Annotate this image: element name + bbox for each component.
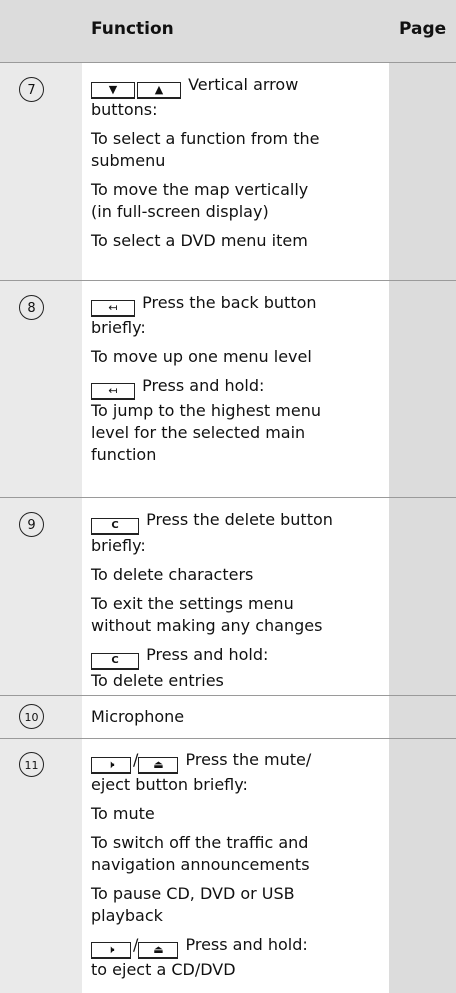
delete-key-icon: C bbox=[91, 653, 139, 670]
text-line: To exit the settings menu bbox=[91, 594, 294, 613]
page-column bbox=[389, 62, 456, 993]
text-line: To move up one menu level bbox=[91, 347, 312, 366]
key-description: Press and hold: bbox=[142, 376, 265, 395]
text-line: submenu bbox=[91, 151, 166, 170]
text-line: To select a function from the bbox=[91, 129, 320, 148]
text-line: To select a DVD menu item bbox=[91, 231, 308, 250]
text-line: To pause CD, DVD or USB bbox=[91, 884, 295, 903]
text-line: without making any changes bbox=[91, 616, 323, 635]
row-description: ▼ ▲ Vertical arrow buttons: To select a f… bbox=[91, 74, 381, 252]
header-page: Page bbox=[399, 19, 447, 39]
text-line: eject button briefly: bbox=[91, 775, 248, 794]
eject-key-icon: ⏏ bbox=[138, 942, 179, 959]
row-number: 11 bbox=[19, 752, 44, 777]
text-line: buttons: bbox=[91, 100, 158, 119]
row-divider bbox=[0, 280, 456, 281]
key-description: Press and hold: bbox=[185, 935, 308, 954]
text-line: To switch off the traffic and bbox=[91, 833, 309, 852]
text-line: To delete entries bbox=[91, 671, 224, 690]
text-line: to eject a CD/DVD bbox=[91, 960, 236, 979]
row-number: 7 bbox=[19, 77, 44, 102]
text-line: Microphone bbox=[91, 707, 185, 726]
up-arrow-key-icon: ▲ bbox=[137, 82, 181, 99]
row-divider bbox=[0, 62, 456, 63]
text-line: navigation announcements bbox=[91, 855, 310, 874]
text-line: To mute bbox=[91, 804, 155, 823]
table-header: Function Page bbox=[0, 0, 456, 62]
text-line: briefly: bbox=[91, 318, 146, 337]
eject-key-icon: ⏏ bbox=[138, 757, 179, 774]
text-line: function bbox=[91, 445, 157, 464]
text-line: To jump to the highest menu bbox=[91, 401, 321, 420]
row-divider bbox=[0, 738, 456, 739]
mute-key-icon: 🕨 bbox=[91, 757, 131, 774]
row-number: 9 bbox=[19, 512, 44, 537]
row-number: 10 bbox=[19, 704, 44, 729]
mute-key-icon: 🕨 bbox=[91, 942, 131, 959]
row-divider bbox=[0, 695, 456, 696]
key-description: Press and hold: bbox=[146, 645, 269, 664]
back-key-icon: ↤ bbox=[91, 383, 135, 400]
text-line: briefly: bbox=[91, 536, 146, 555]
key-description: Press the mute/ bbox=[185, 750, 312, 769]
text-line: To move the map vertically bbox=[91, 180, 309, 199]
text-line: (in full-screen display) bbox=[91, 202, 269, 221]
text-line: To delete characters bbox=[91, 565, 254, 584]
row-description: C Press the delete button briefly: To de… bbox=[91, 509, 381, 692]
delete-key-icon: C bbox=[91, 518, 139, 535]
down-arrow-key-icon: ▼ bbox=[91, 82, 135, 99]
row-description: ↤ Press the back button briefly: To move… bbox=[91, 292, 381, 466]
row-divider bbox=[0, 497, 456, 498]
key-description: Press the back button bbox=[142, 293, 317, 312]
header-function: Function bbox=[91, 19, 174, 39]
row-description: 🕨 / ⏏ Press the mute/ eject button briefly… bbox=[91, 749, 381, 981]
row-description: Microphone bbox=[91, 706, 381, 728]
text-line: level for the selected main bbox=[91, 423, 306, 442]
back-key-icon: ↤ bbox=[91, 300, 135, 317]
key-description: Press the delete button bbox=[146, 510, 333, 529]
function-table: Function Page 7 ▼ ▲ Vertical arrow button… bbox=[0, 0, 456, 993]
text-line: playback bbox=[91, 906, 163, 925]
row-number: 8 bbox=[19, 295, 44, 320]
key-description: Vertical arrow bbox=[188, 75, 299, 94]
